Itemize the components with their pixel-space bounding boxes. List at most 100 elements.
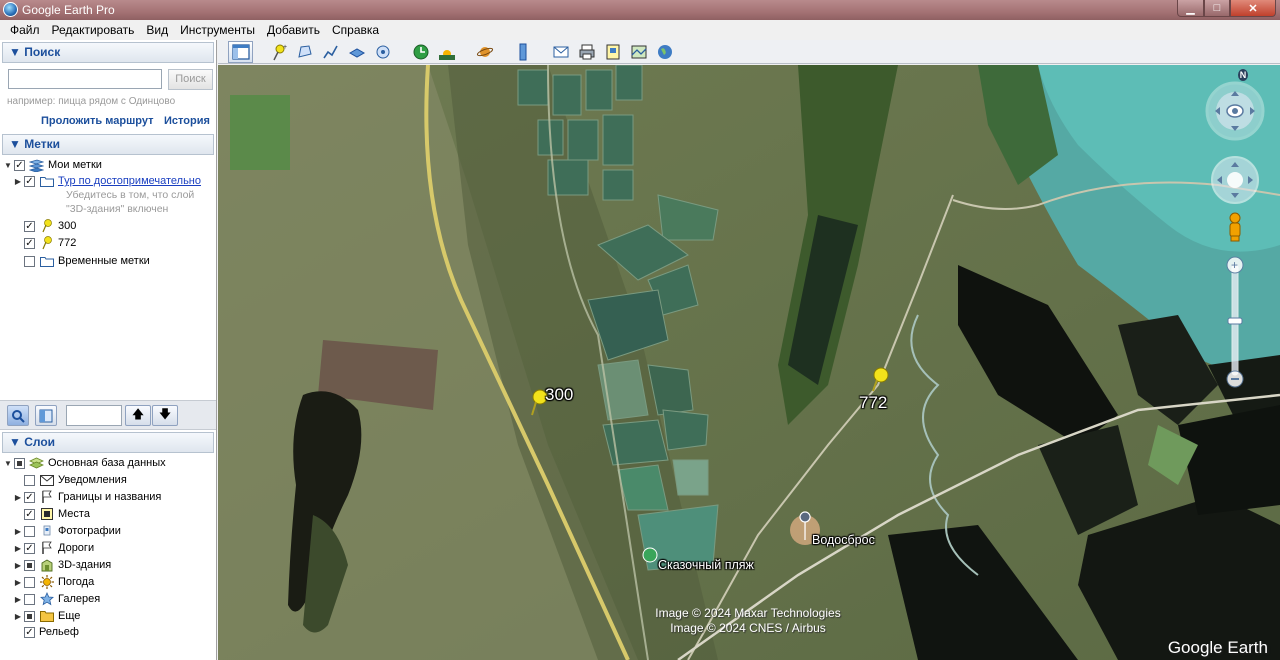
checkbox-roads[interactable]: ✓ [24, 542, 35, 554]
layer-row-primary-database[interactable]: ▼ Основная база данных [4, 455, 166, 471]
collapse-arrow-icon[interactable]: ▼ [4, 161, 12, 170]
search-input[interactable] [8, 69, 162, 89]
checkbox-tour[interactable]: ✓ [24, 175, 35, 187]
view-in-maps-button[interactable] [626, 41, 651, 63]
search-button[interactable]: Поиск [168, 69, 213, 90]
layer-row-terrain[interactable]: ✓ Рельеф [24, 624, 79, 640]
tour-note-line-2: "3D-здания" включен [66, 203, 169, 215]
sun-icon [39, 575, 54, 589]
earth-gallery-button[interactable] [652, 41, 677, 63]
save-image-button[interactable] [600, 41, 625, 63]
add-placemark-button[interactable]: + [266, 41, 291, 63]
tour-note-line-1: Убедитесь в том, что слой [66, 189, 195, 201]
expand-arrow-icon[interactable]: ▶ [14, 177, 22, 186]
globe-icon [657, 45, 672, 59]
building-icon [39, 558, 54, 572]
route-link[interactable]: Проложить маршрут [41, 115, 153, 127]
printer-icon [579, 44, 594, 60]
checkbox-mark-300[interactable]: ✓ [24, 220, 35, 232]
checkbox-borders[interactable]: ✓ [24, 491, 35, 503]
tour-link[interactable]: Тур по достопримечательно [58, 175, 201, 187]
search-mode-button[interactable] [7, 405, 29, 426]
places-filter-input[interactable] [66, 405, 122, 426]
history-link[interactable]: История [164, 115, 210, 127]
folder-icon [39, 254, 54, 268]
checkbox-places[interactable]: ✓ [24, 508, 35, 520]
checkbox-more[interactable] [24, 610, 35, 622]
menu-add[interactable]: Добавить [261, 20, 326, 40]
panel-toggle-button[interactable] [35, 405, 57, 426]
place-label-fairy-beach[interactable]: Сказочный пляж [658, 558, 754, 572]
checkbox-notifications[interactable] [24, 474, 35, 486]
menu-view[interactable]: Вид [140, 20, 174, 40]
panel-icon [39, 409, 53, 422]
print-button[interactable] [574, 41, 599, 63]
add-polygon-button[interactable] [292, 41, 317, 63]
compass-north-indicator[interactable]: N [1238, 69, 1248, 81]
sidebar-toggle-button[interactable] [228, 41, 253, 63]
tree-row-tour[interactable]: ▶ ✓ Тур по достопримечательно [14, 173, 201, 189]
add-path-button[interactable] [318, 41, 343, 63]
layers-section-header[interactable]: ▼ Слои [2, 432, 214, 453]
maximize-button[interactable]: □ [1204, 0, 1230, 17]
checkbox-gallery[interactable] [24, 593, 35, 605]
place-label-spillway[interactable]: Водосброс [812, 533, 875, 547]
checkbox-mark-772[interactable]: ✓ [24, 237, 35, 249]
menu-tools[interactable]: Инструменты [174, 20, 261, 40]
tree-row-mark-772[interactable]: ✓ 772 [24, 235, 76, 251]
layer-row-places[interactable]: ✓ Места [24, 506, 90, 522]
look-joystick[interactable] [1205, 81, 1265, 141]
historical-imagery-button[interactable] [408, 41, 433, 63]
folder-yellow-icon [39, 609, 54, 623]
move-joystick[interactable] [1211, 156, 1259, 204]
layer-label: Галерея [58, 593, 101, 605]
yellow-pushpin-icon [39, 219, 54, 233]
move-down-button[interactable]: 🡇 [152, 405, 178, 426]
menu-file[interactable]: Файл [4, 20, 46, 40]
layer-row-more[interactable]: ▶ Еще [14, 608, 80, 624]
checkbox-photos[interactable] [24, 525, 35, 537]
search-section-header[interactable]: ▼ Поиск [2, 42, 214, 63]
layer-row-gallery[interactable]: ▶ Галерея [14, 591, 100, 607]
checkbox-terrain[interactable]: ✓ [24, 626, 35, 638]
layer-row-3d-buildings[interactable]: ▶ 3D-здания [14, 557, 111, 573]
tree-row-temp-places[interactable]: Временные метки [14, 253, 150, 269]
checkbox-primary-database[interactable] [14, 457, 25, 469]
checkbox-temp-places[interactable] [24, 255, 35, 267]
layer-label: Уведомления [58, 474, 127, 486]
street-view-pegman-icon[interactable] [1229, 212, 1241, 242]
places-section-header[interactable]: ▼ Метки [2, 134, 214, 155]
checkbox-3d-buildings[interactable] [24, 559, 35, 571]
minimize-button[interactable]: ▁ [1177, 0, 1204, 17]
layer-row-photos[interactable]: ▶ Фотографии [14, 523, 121, 539]
folder-icon [39, 174, 54, 188]
places-toolbar: 🡅 🡇 [0, 400, 216, 430]
email-button[interactable] [548, 41, 573, 63]
menu-edit[interactable]: Редактировать [46, 20, 141, 40]
layer-row-notifications[interactable]: Уведомления [24, 472, 127, 488]
checkbox-my-places[interactable]: ✓ [14, 159, 25, 171]
checkbox-weather[interactable] [24, 576, 35, 588]
polygon-icon [297, 45, 312, 58]
layer-row-weather[interactable]: ▶ Погода [14, 574, 94, 590]
ruler-button[interactable] [510, 41, 535, 63]
add-overlay-button[interactable] [344, 41, 369, 63]
map-view-icon [631, 45, 646, 59]
earth-map-view[interactable]: + 300 772 Водосброс Сказочный пляж N Ima… [218, 65, 1280, 660]
sunlight-button[interactable] [434, 41, 459, 63]
close-button[interactable]: ✕ [1230, 0, 1276, 17]
move-up-button[interactable]: 🡅 [125, 405, 151, 426]
layer-label: Фотографии [58, 525, 121, 537]
menu-help[interactable]: Справка [326, 20, 385, 40]
mark-300-label: 300 [58, 220, 77, 232]
layer-row-roads[interactable]: ▶ ✓ Дороги [14, 540, 94, 556]
tree-row-my-places[interactable]: ▼ ✓ Мои метки [4, 157, 102, 173]
layer-label: Дороги [58, 542, 95, 554]
layer-row-borders[interactable]: ▶ ✓ Границы и названия [14, 489, 161, 505]
svg-text:+: + [283, 44, 287, 51]
arrow-down-icon: 🡇 [158, 407, 172, 421]
layer-label: 3D-здания [58, 559, 112, 571]
tree-row-mark-300[interactable]: ✓ 300 [24, 218, 76, 234]
record-tour-button[interactable] [370, 41, 395, 63]
planet-switch-button[interactable] [472, 41, 497, 63]
